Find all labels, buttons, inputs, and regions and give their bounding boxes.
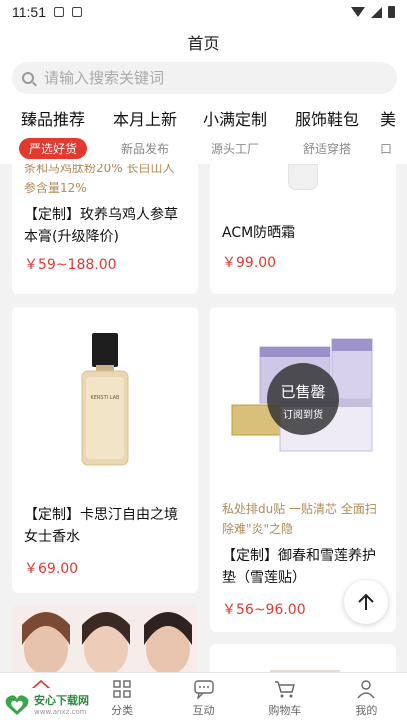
portraits-image: [22, 612, 192, 672]
arrow-up-icon: [358, 593, 374, 610]
perfume-bottle-image: KERSTI LAB: [81, 333, 129, 466]
back-to-top-button[interactable]: [344, 580, 388, 624]
soldout-badge: 已售罄 订阅到货: [267, 363, 339, 435]
wifi-icon: [351, 7, 365, 17]
product-card[interactable]: [210, 644, 396, 672]
page-title: 首页: [0, 24, 407, 60]
product-card[interactable]: KERSTI LAB 【定制】卡思汀自由之境女士香水 ￥69.00: [12, 307, 198, 593]
product-image: KERSTI LAB: [12, 307, 198, 493]
product-card[interactable]: ACM防晒霜 ￥99.00: [210, 164, 396, 294]
nav-interact[interactable]: 互动: [163, 673, 244, 723]
nav-profile[interactable]: 我的: [326, 673, 407, 723]
product-promo: 私处排du贴 一贴清芯 全面扫除难"炎"之隐: [222, 502, 377, 536]
search-input[interactable]: [44, 69, 364, 87]
search-icon: [22, 72, 34, 84]
cart-icon: [274, 680, 295, 697]
product-promo: 条和马鸡肽粉20% 长白山人参含量12%: [24, 164, 175, 195]
notification-icon-2: [72, 7, 82, 17]
product-card[interactable]: 条和马鸡肽粉20% 长白山人参含量12% 【定制】玫养乌鸡人参草本膏(升级降价)…: [12, 164, 198, 294]
status-bar: 11:51: [0, 0, 407, 24]
search-bar[interactable]: [12, 62, 397, 94]
tab-custom[interactable]: 小满定制 源头工厂: [196, 106, 274, 159]
product-price: ￥99.00: [222, 255, 277, 271]
tab-beauty[interactable]: 美 口: [380, 106, 407, 159]
product-image: [288, 164, 318, 190]
shield-heart-icon: [5, 695, 29, 715]
nav-cart[interactable]: 购物车: [244, 673, 325, 723]
product-price: ￥59~188.00: [24, 257, 117, 273]
product-name: ACM防晒霜: [222, 225, 296, 241]
category-icon: [113, 679, 131, 698]
notification-icon: [54, 7, 64, 17]
svg-text:KERSTI LAB: KERSTI LAB: [91, 395, 121, 401]
tab-new-this-month[interactable]: 本月上新 新品发布: [106, 106, 184, 159]
watermark-logo: 安心下载网 www.anxz.com: [0, 688, 105, 720]
signal-icon: [371, 6, 382, 18]
product-card[interactable]: [12, 605, 198, 672]
chat-icon: [193, 679, 214, 699]
tab-featured[interactable]: 臻品推荐 严选好货: [14, 106, 92, 159]
product-price: ￥69.00: [24, 561, 79, 577]
tab-apparel[interactable]: 服饰鞋包 舒适穿搭: [288, 106, 366, 159]
product-price: ￥56~96.00: [222, 602, 306, 618]
battery-icon: [388, 6, 395, 18]
user-icon: [357, 679, 375, 698]
product-name: 【定制】卡思汀自由之境女士香水: [24, 507, 178, 545]
product-name: 【定制】玫养乌鸡人参草本膏(升级降价): [24, 207, 178, 245]
category-tabs: 臻品推荐 严选好货 本月上新 新品发布 小满定制 源头工厂 服饰鞋包 舒适穿搭 …: [0, 106, 407, 164]
status-time: 11:51: [12, 4, 46, 20]
